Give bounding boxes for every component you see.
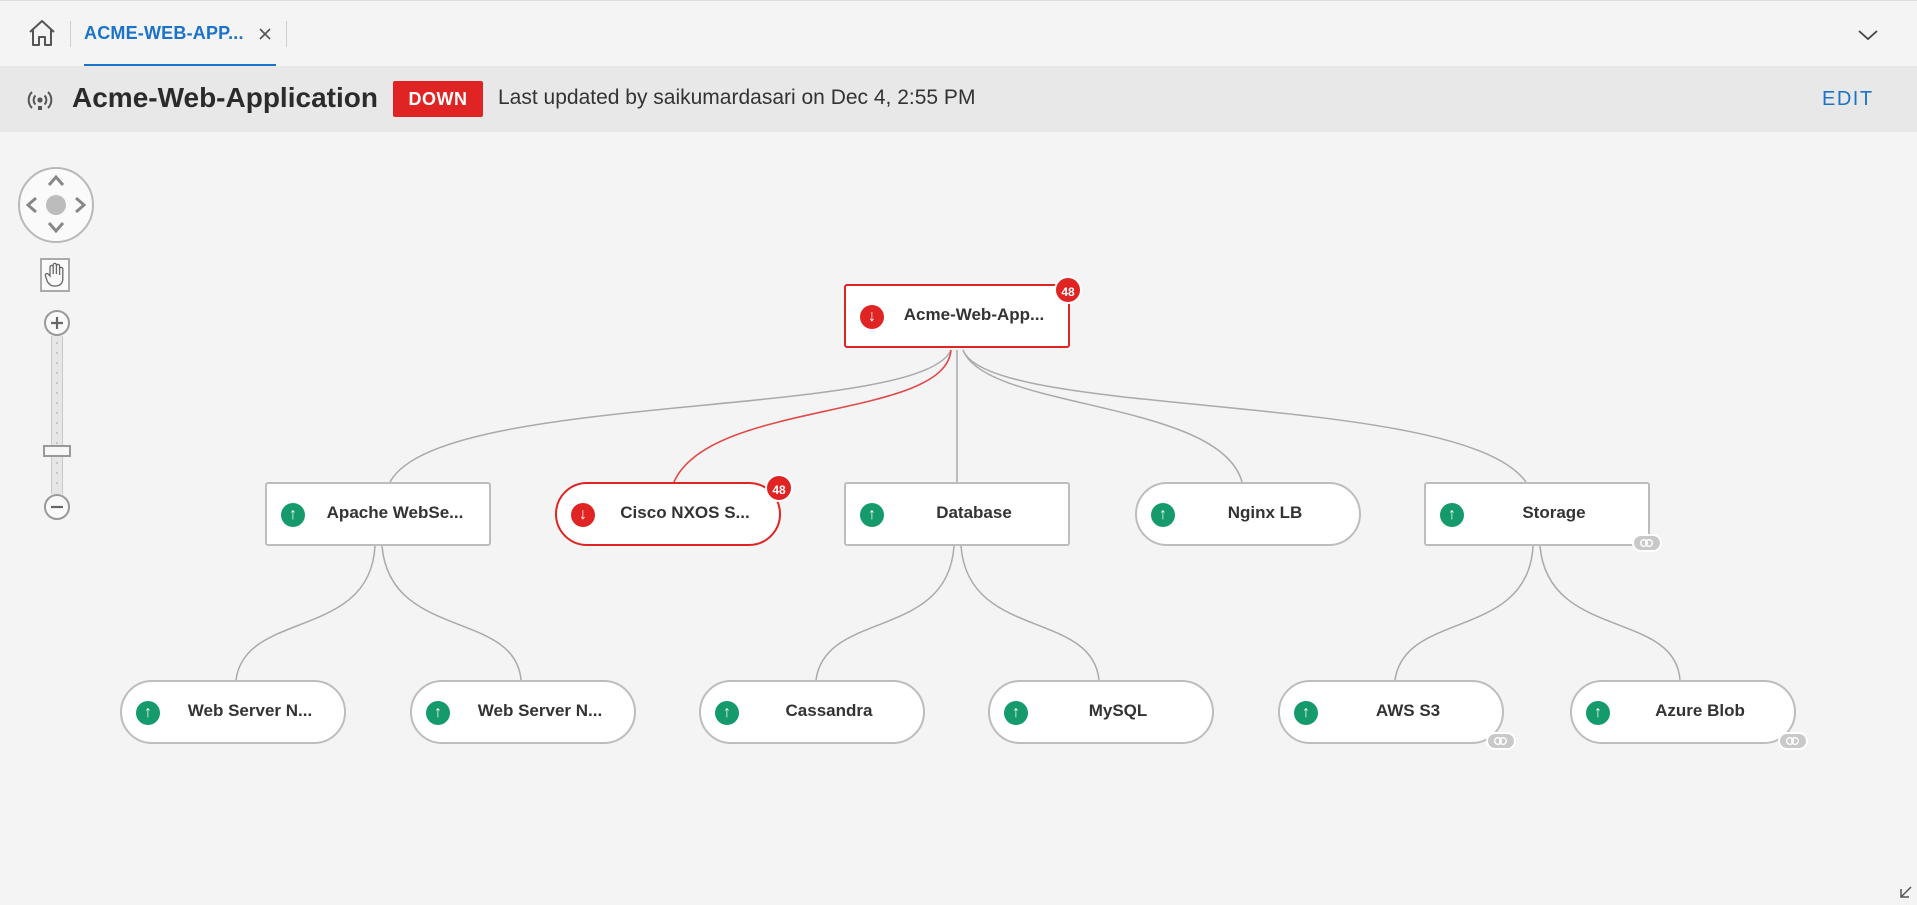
last-updated-text: Last updated by saikumardasari on Dec 4,… (498, 86, 976, 109)
tab-separator (70, 21, 71, 47)
pan-left-icon[interactable] (24, 196, 38, 219)
edge-storage-azureblob (1539, 545, 1681, 681)
status-badge: DOWN (393, 81, 483, 117)
status-up-icon: ↑ (1440, 503, 1464, 527)
status-up-icon: ↑ (1294, 701, 1318, 725)
status-up-icon: ↑ (1004, 701, 1028, 725)
status-up-icon: ↑ (715, 701, 739, 725)
status-up-icon: ↑ (136, 701, 160, 725)
page-title: Acme-Web-Application (72, 82, 378, 113)
edge-root-storage (962, 349, 1527, 483)
topology-node-database[interactable]: ↑ Database (844, 482, 1070, 546)
hand-tool-icon[interactable] (40, 258, 70, 292)
status-down-icon: ↓ (860, 305, 884, 329)
service-header: Acme-Web-Application DOWN Last updated b… (0, 66, 1917, 132)
edge-root-apache (389, 349, 952, 483)
link-icon[interactable] (1778, 732, 1808, 750)
node-label: AWS S3 (1375, 701, 1441, 720)
topology-edges (235, 349, 1681, 681)
service-broadcast-icon (26, 86, 54, 114)
alert-count-badge[interactable]: 48 (765, 474, 793, 502)
zoom-slider-track[interactable] (51, 336, 63, 494)
edge-storage-awss3 (1394, 545, 1534, 681)
status-up-icon: ↑ (1586, 701, 1610, 725)
zoom-in-button[interactable] (44, 310, 70, 336)
topology-node-webserver-2[interactable]: ↑ Web Server N... (410, 680, 636, 744)
topology-node-root[interactable]: ↓ Acme-Web-App... 48 (844, 276, 1082, 348)
pan-center[interactable] (46, 195, 66, 215)
tab-label: ACME-WEB-APP... (84, 23, 244, 43)
edge-root-nginx (962, 349, 1243, 483)
topology-node-cassandra[interactable]: ↑ Cassandra (699, 680, 925, 744)
node-label: Database (936, 503, 1012, 522)
home-icon[interactable] (26, 17, 58, 49)
close-icon[interactable] (256, 25, 274, 43)
link-icon[interactable] (1486, 732, 1516, 750)
status-up-icon: ↑ (426, 701, 450, 725)
status-up-icon: ↑ (860, 503, 884, 527)
topology-node-cisco[interactable]: ↓ Cisco NXOS S... 48 (555, 474, 793, 546)
topology-node-webserver-1[interactable]: ↑ Web Server N... (120, 680, 346, 744)
node-label: Nginx LB (1227, 503, 1303, 522)
edit-button[interactable]: EDIT (1822, 88, 1874, 111)
status-up-icon: ↑ (1151, 503, 1175, 527)
node-label: MySQL (1088, 701, 1148, 720)
topology-node-azure-blob[interactable]: ↑ Azure Blob (1570, 680, 1808, 750)
zoom-out-button[interactable] (44, 494, 70, 520)
status-down-icon: ↓ (571, 503, 595, 527)
edge-apache-webserver2 (381, 545, 522, 681)
node-label: Apache WebSe... (326, 503, 464, 522)
node-label: Web Server N... (187, 701, 313, 720)
pan-control (18, 167, 94, 243)
pan-right-icon[interactable] (74, 196, 88, 219)
topology-node-aws-s3[interactable]: ↑ AWS S3 (1278, 680, 1516, 750)
edge-database-mysql (960, 545, 1100, 681)
topology-node-apache[interactable]: ↑ Apache WebSe... (265, 482, 491, 546)
node-label: Cassandra (785, 701, 873, 720)
topology-node-nginx[interactable]: ↑ Nginx LB (1135, 482, 1361, 546)
alert-count-badge[interactable]: 48 (1054, 276, 1082, 304)
edge-root-cisco (673, 349, 952, 483)
node-label: Cisco NXOS S... (620, 503, 750, 522)
link-icon[interactable] (1632, 534, 1662, 552)
edge-database-cassandra (815, 545, 955, 681)
status-up-icon: ↑ (281, 503, 305, 527)
topology-node-storage[interactable]: ↑ Storage (1424, 482, 1662, 552)
tab-acme-web-application[interactable]: ACME-WEB-APP... (84, 1, 276, 67)
tab-separator (286, 21, 287, 47)
pan-up-icon[interactable] (47, 173, 65, 192)
expand-corner-icon[interactable] (1898, 884, 1914, 900)
node-label: Storage (1522, 503, 1586, 522)
zoom-slider-thumb[interactable] (43, 445, 71, 457)
chevron-down-icon[interactable] (1856, 25, 1880, 45)
topology-node-mysql[interactable]: ↑ MySQL (988, 680, 1214, 744)
node-label: Web Server N... (477, 701, 603, 720)
node-label: Azure Blob (1655, 701, 1745, 720)
tab-bar: ACME-WEB-APP... (0, 0, 1917, 67)
pan-down-icon[interactable] (47, 221, 65, 240)
node-label: Acme-Web-App... (903, 305, 1045, 324)
edge-apache-webserver1 (235, 545, 376, 681)
